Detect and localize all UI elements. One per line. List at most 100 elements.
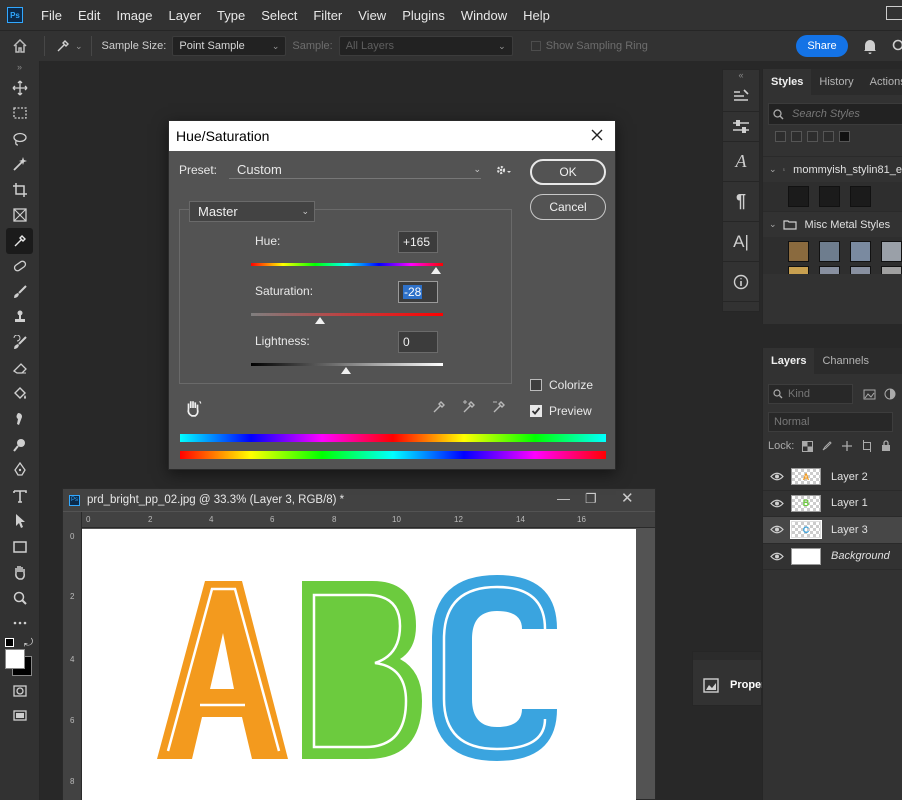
path-select-icon[interactable] [0, 509, 39, 535]
style-folder[interactable]: ⌄ Misc Metal Styles [763, 211, 902, 237]
foreground-color-swatch[interactable] [5, 649, 25, 669]
color-swatches[interactable]: ⤾ [0, 636, 39, 676]
collapse-toolbar-icon[interactable]: » [0, 61, 39, 75]
share-button[interactable]: Share [796, 35, 848, 57]
style-chip[interactable] [807, 131, 818, 142]
notifications-icon[interactable] [862, 37, 878, 55]
menu-type[interactable]: Type [209, 8, 253, 23]
window-maximize-icon[interactable] [886, 6, 902, 20]
style-swatch[interactable] [881, 266, 902, 274]
layer-row[interactable]: A Layer 2 [763, 464, 902, 491]
style-swatch[interactable] [850, 266, 871, 274]
style-chip[interactable] [839, 131, 850, 142]
menu-window[interactable]: Window [453, 8, 515, 23]
lock-position-icon[interactable] [841, 440, 853, 452]
style-chip[interactable] [791, 131, 802, 142]
magic-wand-icon[interactable] [0, 152, 39, 178]
eyedropper-tool-icon[interactable] [6, 228, 33, 254]
sampling-ring-checkbox[interactable] [530, 41, 541, 51]
channel-select[interactable]: Master ⌄ [189, 201, 315, 222]
saturation-slider-thumb[interactable] [315, 317, 325, 324]
sample-size-select[interactable]: Point Sample ⌄ [172, 36, 287, 56]
brush-tool-icon[interactable] [0, 279, 39, 305]
style-swatch[interactable] [881, 241, 902, 262]
restore-icon[interactable]: ❐ [585, 491, 597, 507]
swap-colors-icon[interactable]: ⤾ [24, 637, 33, 650]
crop-tool-icon[interactable] [0, 177, 39, 203]
style-folder[interactable]: ⌄ mommyish_stylin81_e [763, 156, 902, 182]
lasso-tool-icon[interactable] [0, 126, 39, 152]
style-swatch[interactable] [819, 266, 840, 274]
document-canvas[interactable]: A B C [82, 529, 636, 800]
tab-actions[interactable]: Actions [862, 69, 902, 95]
history-brush-icon[interactable] [0, 330, 39, 356]
move-tool-icon[interactable] [0, 75, 39, 101]
glyphs-panel-icon[interactable]: A| [723, 222, 759, 262]
default-colors-icon[interactable] [5, 638, 14, 647]
gear-icon[interactable] [495, 163, 511, 177]
type-tool-icon[interactable] [0, 483, 39, 509]
blend-mode-select[interactable]: Normal [768, 412, 893, 432]
menu-file[interactable]: File [33, 8, 70, 23]
menu-plugins[interactable]: Plugins [394, 8, 453, 23]
smudge-tool-icon[interactable] [0, 407, 39, 433]
style-chip[interactable] [823, 131, 834, 142]
styles-search-input[interactable]: Search Styles [768, 103, 902, 125]
menu-image[interactable]: Image [108, 8, 160, 23]
rectangle-tool-icon[interactable] [0, 534, 39, 560]
layer-row[interactable]: Background [763, 544, 902, 570]
style-chip[interactable] [775, 131, 786, 142]
visibility-eye-icon[interactable] [763, 552, 791, 561]
lock-transparent-icon[interactable] [802, 440, 814, 452]
close-icon[interactable]: ✕ [621, 489, 634, 507]
style-swatch[interactable] [788, 186, 809, 207]
hue-slider-track[interactable] [251, 263, 443, 266]
eyedropper-icon[interactable] [431, 399, 447, 415]
lightness-slider-thumb[interactable] [341, 367, 351, 374]
menu-help[interactable]: Help [515, 8, 558, 23]
home-button[interactable] [0, 38, 40, 54]
history-panel-icon[interactable] [723, 82, 759, 112]
colorize-checkbox[interactable] [530, 379, 542, 391]
tab-layers[interactable]: Layers [763, 348, 815, 374]
filter-pixel-icon[interactable] [863, 389, 876, 400]
style-swatch[interactable] [788, 241, 809, 262]
lock-pixels-icon[interactable] [821, 440, 833, 452]
eyedropper-minus-icon[interactable] [491, 399, 507, 415]
more-tools-icon[interactable] [0, 611, 39, 637]
pen-tool-icon[interactable] [0, 458, 39, 484]
style-swatch[interactable] [819, 186, 840, 207]
info-panel-icon[interactable] [723, 262, 759, 302]
layer-kind-filter[interactable]: Kind [768, 384, 853, 404]
lightness-slider-track[interactable] [251, 363, 443, 366]
filter-adjustment-icon[interactable] [884, 388, 896, 400]
menu-select[interactable]: Select [253, 8, 305, 23]
tab-history[interactable]: History [811, 69, 861, 95]
ok-button[interactable]: OK [530, 159, 606, 185]
style-swatch[interactable] [819, 241, 840, 262]
healing-brush-icon[interactable] [0, 254, 39, 280]
menu-filter[interactable]: Filter [305, 8, 350, 23]
cancel-button[interactable]: Cancel [530, 194, 606, 220]
targeted-adjustment-hand-icon[interactable] [184, 399, 202, 417]
menu-layer[interactable]: Layer [161, 8, 210, 23]
marquee-tool-icon[interactable] [0, 101, 39, 127]
adjustments-panel-icon[interactable] [723, 112, 759, 142]
lock-all-icon[interactable] [881, 440, 891, 452]
zoom-tool-icon[interactable] [0, 585, 39, 611]
visibility-eye-icon[interactable] [763, 472, 791, 481]
menu-edit[interactable]: Edit [70, 8, 108, 23]
quick-mask-icon[interactable] [0, 678, 39, 704]
style-swatch[interactable] [850, 186, 871, 207]
character-panel-icon[interactable]: A [723, 142, 759, 182]
visibility-eye-icon[interactable] [763, 525, 791, 534]
hue-input[interactable]: +165 [398, 231, 438, 253]
saturation-input[interactable]: -28 [398, 281, 438, 303]
dialog-title-bar[interactable]: Hue/Saturation [169, 121, 615, 151]
sample-select[interactable]: All Layers ⌄ [338, 36, 513, 56]
layer-row[interactable]: B Layer 1 [763, 491, 902, 517]
document-tab[interactable]: Ps prd_bright_pp_02.jpg @ 33.3% (Layer 3… [63, 489, 655, 511]
saturation-slider-track[interactable] [251, 313, 443, 316]
tab-styles[interactable]: Styles [763, 69, 812, 95]
hue-slider-thumb[interactable] [431, 267, 441, 274]
